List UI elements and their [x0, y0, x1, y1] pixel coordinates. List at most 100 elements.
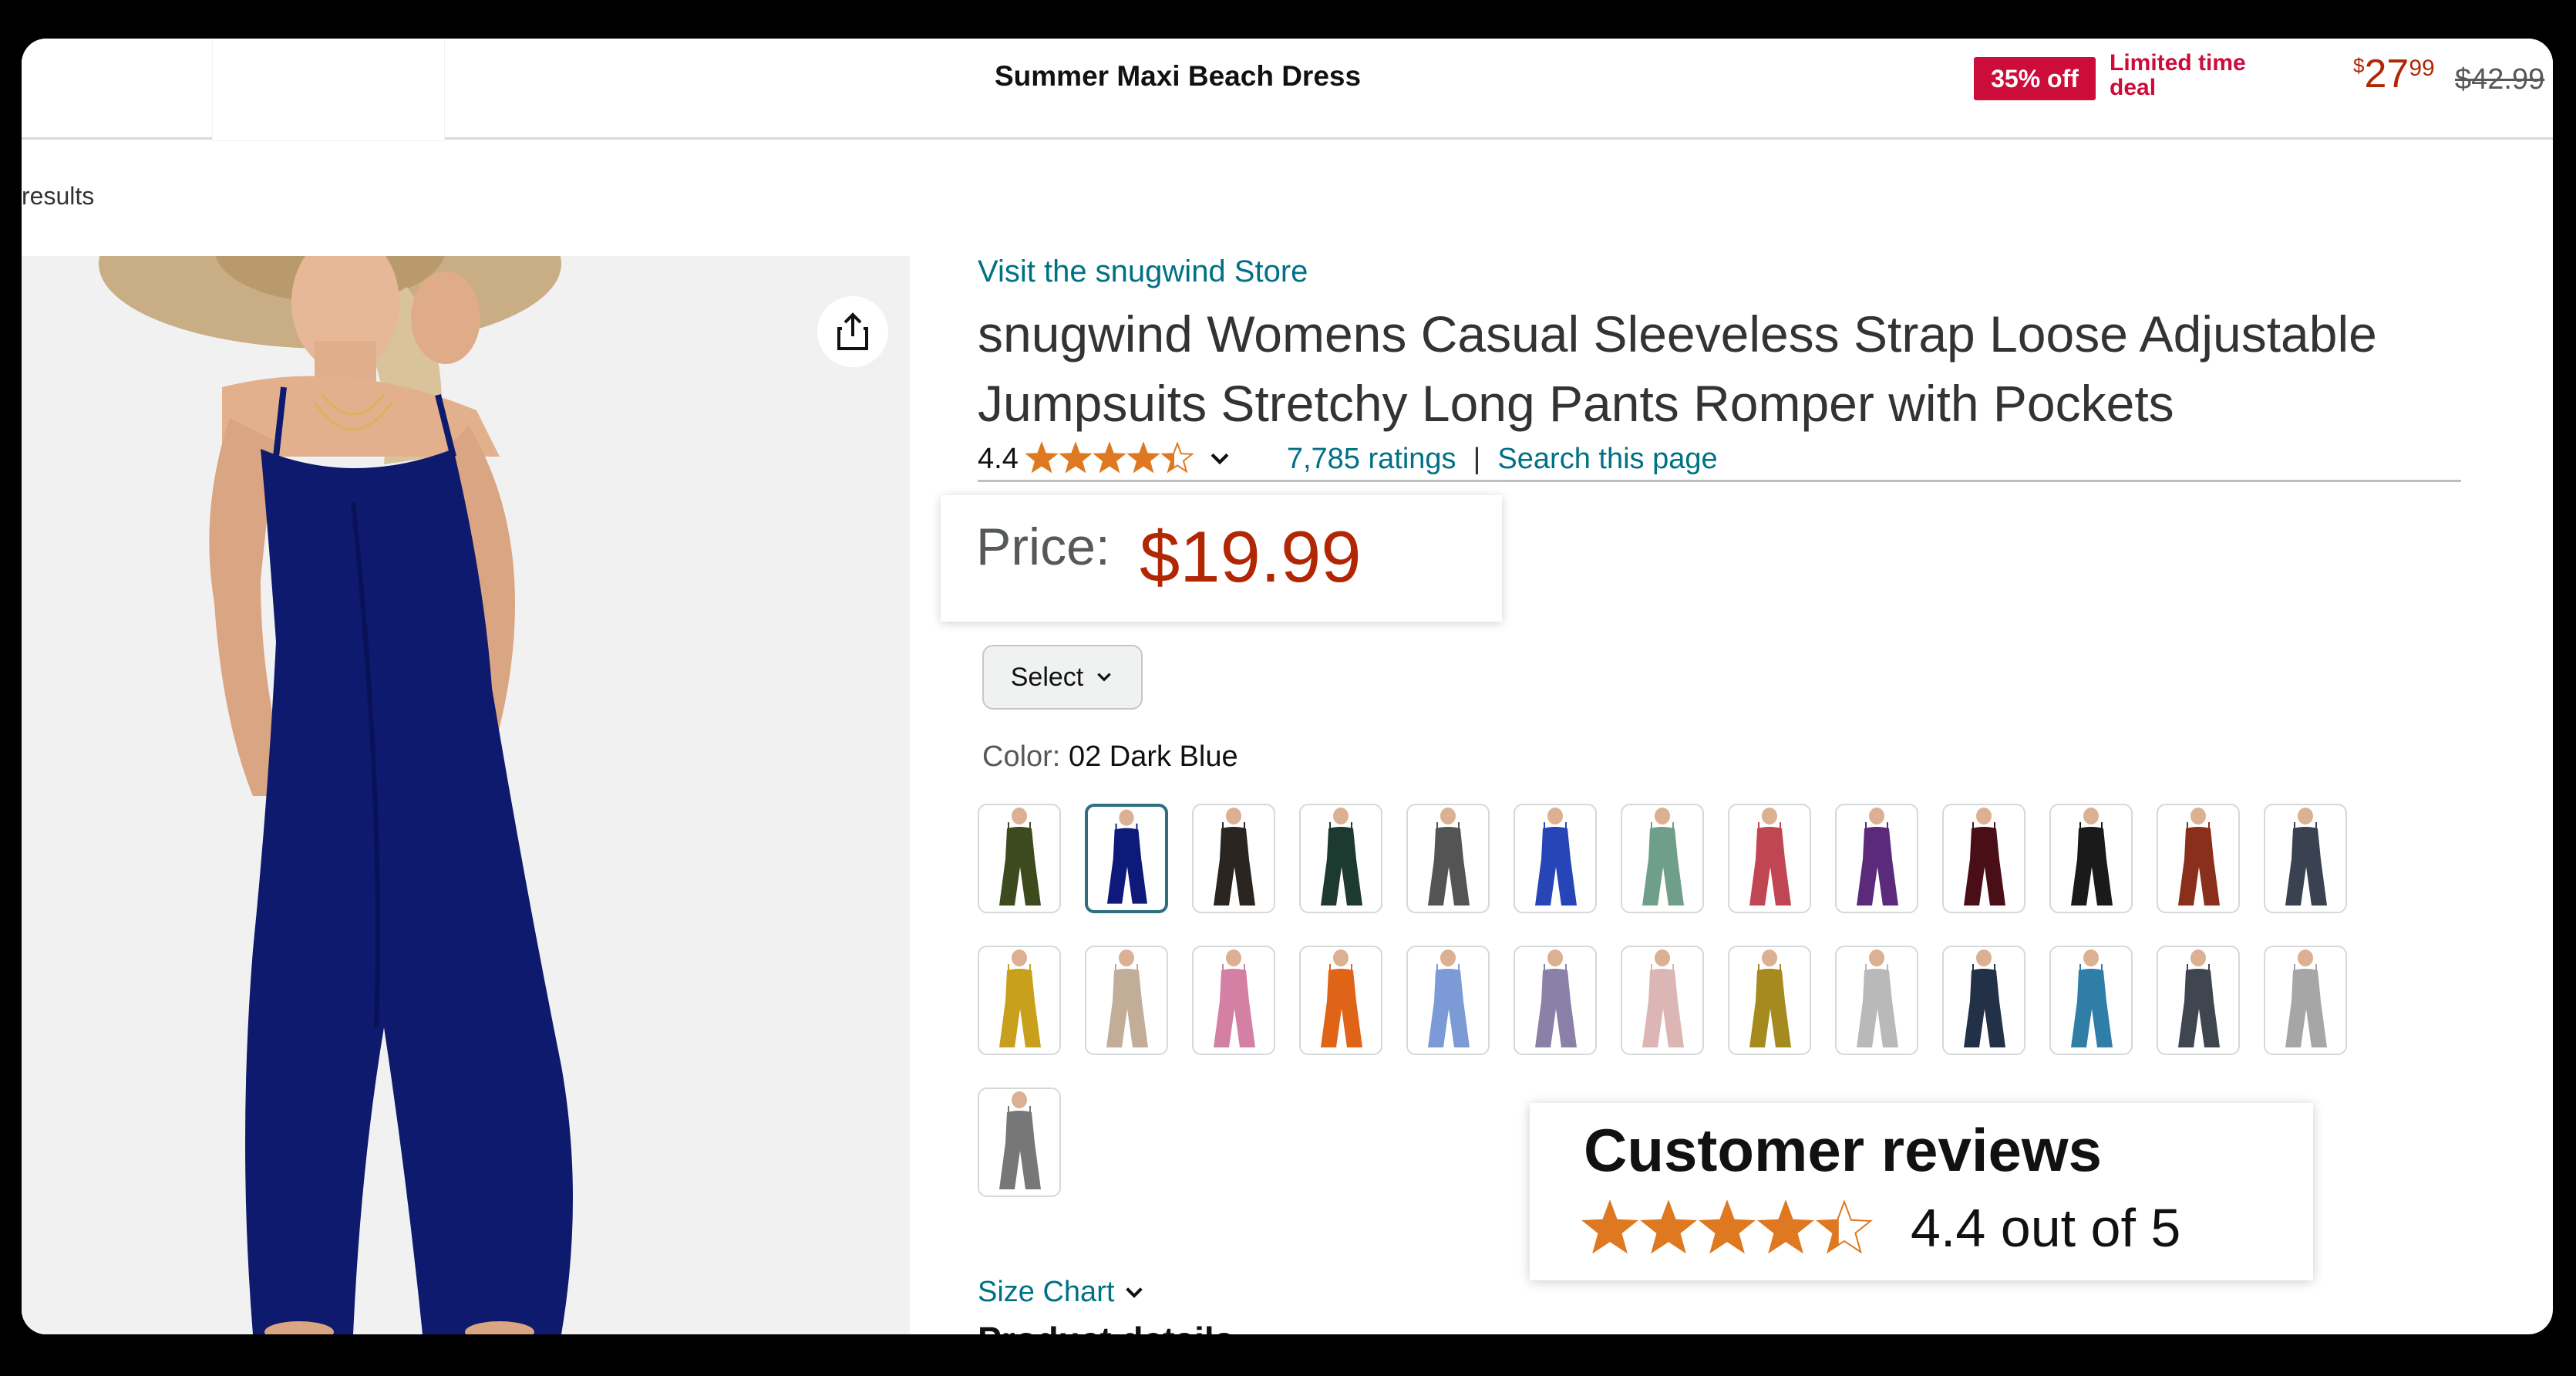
star-rating-icon [1581, 1200, 1873, 1254]
jumpsuit-thumbnail [1535, 949, 1577, 1047]
color-swatch[interactable] [1942, 946, 2025, 1055]
share-icon [837, 312, 868, 350]
color-swatch[interactable] [1835, 946, 1918, 1055]
color-swatch[interactable] [2049, 946, 2133, 1055]
color-swatch[interactable] [1942, 804, 2025, 913]
jumpsuit-thumbnail [1642, 808, 1684, 906]
ratings-count-link[interactable]: 7,785 ratings [1287, 443, 1456, 476]
star-rating-icon[interactable] [1025, 442, 1202, 476]
price-callout: Price: $19.99 [941, 495, 1502, 622]
star-fill [1759, 1202, 1813, 1253]
jumpsuit-thumbnail [2178, 949, 2220, 1047]
divider-line [978, 480, 2461, 482]
size-chart-link[interactable]: Size Chart [978, 1276, 1147, 1309]
product-details-heading: Product details [978, 1319, 1234, 1334]
color-swatch[interactable] [1406, 804, 1490, 913]
color-label-prefix: Color: [982, 740, 1061, 773]
product-main-image[interactable] [22, 256, 910, 1334]
jumpsuit-photo [22, 256, 910, 1334]
jumpsuit-thumbnail [999, 1091, 1041, 1189]
jumpsuit-thumbnail [999, 949, 1041, 1047]
star-fill [1700, 1202, 1754, 1253]
jumpsuit-thumbnail [999, 808, 1041, 906]
color-swatch[interactable] [1621, 804, 1704, 913]
color-swatch[interactable] [1728, 946, 1811, 1055]
color-swatch[interactable] [2264, 804, 2347, 913]
star-fill [1094, 443, 1124, 472]
color-swatch[interactable] [1406, 946, 1490, 1055]
size-select-dropdown[interactable]: Select [982, 645, 1143, 710]
chevron-down-icon[interactable] [1207, 446, 1233, 472]
jumpsuit-thumbnail [2071, 949, 2113, 1047]
rating-row: 4.4 7,785 ratings | Search this page [978, 440, 1718, 478]
color-swatch[interactable] [2264, 946, 2347, 1055]
price-fraction: 99 [2409, 56, 2435, 81]
price-whole: 27 [2364, 52, 2409, 96]
star-fill [1128, 443, 1158, 472]
redacted-patch [213, 39, 444, 140]
color-swatch[interactable] [978, 1088, 1061, 1197]
jumpsuit-thumbnail [1214, 949, 1255, 1047]
color-swatch[interactable] [978, 804, 1061, 913]
customer-reviews-callout: Customer reviews 4.4 out of 5 [1530, 1103, 2313, 1280]
jumpsuit-thumbnail [1749, 808, 1791, 906]
jumpsuit-thumbnail [1321, 949, 1362, 1047]
color-swatch[interactable] [1835, 804, 1918, 913]
list-price: $42.99 [2455, 63, 2545, 96]
star-fill [1060, 443, 1090, 472]
jumpsuit-thumbnail [1106, 949, 1148, 1047]
color-swatch[interactable] [1192, 804, 1275, 913]
jumpsuit-thumbnail [1857, 808, 1898, 906]
color-swatch[interactable] [2157, 804, 2240, 913]
color-swatch[interactable] [978, 946, 1061, 1055]
jumpsuit-thumbnail [2285, 949, 2327, 1047]
color-swatch[interactable] [2049, 804, 2133, 913]
store-link[interactable]: Visit the snugwind Store [978, 255, 1308, 289]
color-swatch[interactable] [1085, 946, 1168, 1055]
back-to-results-link[interactable]: results [22, 182, 94, 211]
jumpsuit-thumbnail [2285, 808, 2327, 906]
divider: | [1473, 442, 1481, 475]
jumpsuit-thumbnail [2071, 808, 2113, 906]
color-label: Color: 02 Dark Blue [982, 740, 1238, 774]
color-swatch[interactable] [1621, 946, 1704, 1055]
selected-color-name: 02 Dark Blue [1068, 740, 1238, 773]
price-value: $19.99 [1140, 516, 1362, 597]
browser-frame: Summer Maxi Beach Dress 35% off Limited … [22, 39, 2553, 1334]
color-swatch[interactable] [1728, 804, 1811, 913]
star-fill [1026, 443, 1056, 472]
color-swatch[interactable] [1514, 804, 1597, 913]
deal-label: Limited time deal [2110, 50, 2246, 100]
share-button[interactable] [817, 296, 888, 367]
jumpsuit-thumbnail [1857, 949, 1898, 1047]
jumpsuit-thumbnail [1642, 949, 1684, 1047]
color-swatch[interactable] [1192, 946, 1275, 1055]
product-title: snugwind Womens Casual Sleeveless Strap … [978, 305, 2377, 432]
jumpsuit-thumbnail [1428, 808, 1470, 906]
sticky-product-title[interactable]: Summer Maxi Beach Dress [995, 60, 1361, 93]
select-label: Select [1010, 662, 1084, 692]
price-symbol: $ [2353, 54, 2365, 77]
deal-badge: 35% off [1974, 57, 2096, 100]
star-fill [1583, 1202, 1637, 1253]
color-swatch[interactable] [2157, 946, 2240, 1055]
rating-number: 4.4 [978, 442, 1019, 475]
sticky-header: Summer Maxi Beach Dress 35% off Limited … [22, 39, 2553, 140]
jumpsuit-thumbnail [1535, 808, 1577, 906]
jumpsuit-thumbnail [2178, 808, 2220, 906]
color-swatch[interactable] [1299, 946, 1382, 1055]
jumpsuit-thumbnail [1749, 949, 1791, 1047]
search-this-page-link[interactable]: Search this page [1497, 443, 1717, 476]
jumpsuit-thumbnail [1964, 949, 2005, 1047]
color-swatch[interactable] [1085, 804, 1168, 913]
jumpsuit-thumbnail [1321, 808, 1362, 906]
color-swatch[interactable] [1299, 804, 1382, 913]
reviews-score: 4.4 out of 5 [1911, 1198, 2181, 1258]
reviews-title: Customer reviews [1584, 1116, 2102, 1184]
size-chart-label: Size Chart [978, 1276, 1115, 1308]
color-swatch[interactable] [1514, 946, 1597, 1055]
star-fill [1642, 1202, 1695, 1253]
sticky-price: $2799 [2353, 51, 2435, 97]
jumpsuit-thumbnail [1214, 808, 1255, 906]
price-label: Price: [976, 518, 1110, 576]
